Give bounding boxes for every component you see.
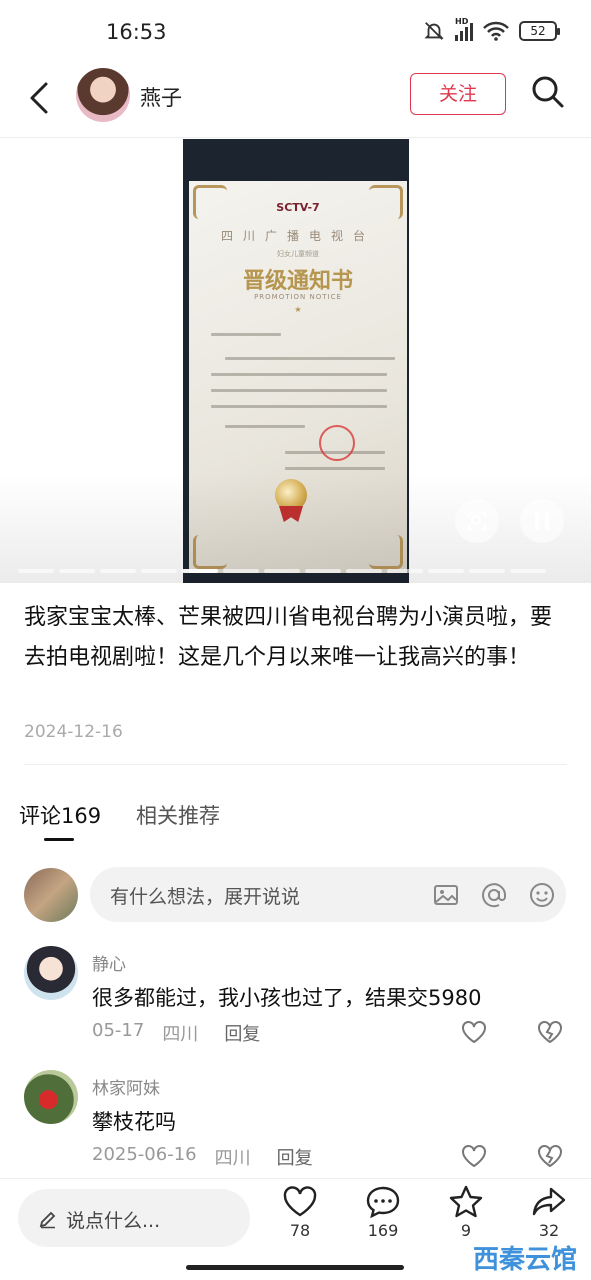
favorite-button[interactable]: 9 bbox=[436, 1185, 496, 1240]
comment-text: 很多都能过，我小孩也过了，结果交5980 bbox=[92, 986, 482, 1010]
back-arrow-icon[interactable] bbox=[26, 78, 56, 118]
emoji-icon[interactable] bbox=[528, 881, 556, 909]
progress-segment bbox=[387, 569, 423, 573]
status-bar: 16:53 HD 52 bbox=[0, 0, 591, 62]
bottom-action-bar: 说点什么... 78 169 9 32 西秦云馆 bbox=[0, 1178, 591, 1280]
comment-text: 攀枝花吗 bbox=[92, 1110, 176, 1134]
share-button[interactable]: 32 bbox=[519, 1185, 579, 1240]
divider bbox=[24, 764, 567, 765]
share-count: 32 bbox=[538, 1221, 560, 1240]
image-search-button[interactable] bbox=[455, 499, 499, 543]
text-line bbox=[211, 333, 281, 336]
post-date: 2024-12-16 bbox=[24, 722, 123, 742]
carousel-progress bbox=[18, 569, 546, 573]
certificate-title-en: PROMOTION NOTICE bbox=[254, 293, 342, 301]
heart-icon[interactable] bbox=[460, 1018, 488, 1046]
progress-segment bbox=[100, 569, 136, 573]
broken-heart-icon[interactable] bbox=[536, 1018, 564, 1046]
wifi-icon bbox=[483, 21, 509, 41]
favorite-count: 9 bbox=[460, 1221, 472, 1240]
status-time: 16:53 bbox=[106, 20, 167, 44]
text-line bbox=[285, 467, 385, 470]
heart-icon bbox=[283, 1186, 317, 1217]
text-line bbox=[225, 425, 305, 428]
pause-button[interactable] bbox=[520, 499, 564, 543]
text-line bbox=[211, 373, 387, 376]
reply-button[interactable]: 回复 bbox=[277, 1144, 313, 1170]
comment-meta: 05-17 四川 回复 bbox=[92, 1020, 260, 1046]
say-something-input[interactable]: 说点什么... bbox=[18, 1189, 250, 1247]
comment-meta: 2025-06-16 四川 回复 bbox=[92, 1144, 313, 1170]
certificate-sub: 妇女儿童频道 bbox=[277, 250, 319, 258]
watermark-logo: 西秦云馆 bbox=[472, 1245, 577, 1275]
network-label: HD bbox=[455, 17, 469, 26]
comment-count: 169 bbox=[367, 1221, 399, 1240]
broken-heart-icon[interactable] bbox=[536, 1142, 564, 1170]
post-media[interactable]: SCTV-7 四川广播电视台 妇女儿童频道 晋级通知书 PROMOTION NO… bbox=[0, 139, 591, 583]
progress-segment bbox=[264, 569, 300, 573]
commenter-avatar[interactable] bbox=[24, 946, 78, 1000]
progress-segment bbox=[59, 569, 95, 573]
author-avatar[interactable] bbox=[76, 68, 130, 122]
progress-segment bbox=[428, 569, 464, 573]
like-count: 78 bbox=[289, 1221, 311, 1240]
like-button[interactable]: 78 bbox=[270, 1185, 330, 1240]
scan-icon bbox=[467, 511, 487, 531]
top-nav: 燕子 关注 bbox=[0, 62, 591, 138]
text-line bbox=[211, 405, 387, 408]
text-line bbox=[211, 389, 387, 392]
tab-comments[interactable]: 评论169 bbox=[19, 800, 101, 830]
pause-icon bbox=[535, 512, 549, 530]
comment-button[interactable]: 169 bbox=[353, 1185, 413, 1240]
progress-segment bbox=[469, 569, 505, 573]
image-icon[interactable] bbox=[432, 881, 460, 909]
heart-icon[interactable] bbox=[460, 1142, 488, 1170]
pencil-icon bbox=[39, 1211, 56, 1229]
progress-segment bbox=[18, 569, 54, 573]
comment-input[interactable]: 有什么想法，展开说说 bbox=[90, 867, 566, 922]
red-seal bbox=[319, 425, 355, 461]
reply-button[interactable]: 回复 bbox=[224, 1020, 260, 1046]
star-icon bbox=[449, 1185, 483, 1218]
at-mention-icon[interactable] bbox=[480, 881, 508, 909]
comment-date: 2025-06-16 bbox=[92, 1144, 197, 1165]
text-line bbox=[225, 357, 395, 360]
share-arrow-icon bbox=[532, 1187, 566, 1216]
comment-location: 四川 bbox=[162, 1024, 199, 1045]
mute-bell-icon bbox=[424, 22, 444, 40]
status-icons: HD 52 bbox=[423, 17, 560, 42]
home-indicator[interactable] bbox=[186, 1265, 404, 1270]
progress-segment-active bbox=[182, 569, 218, 573]
comment-date: 05-17 bbox=[92, 1020, 145, 1041]
battery-icon: 52 bbox=[519, 21, 560, 41]
signal-icon: HD bbox=[455, 17, 473, 41]
tab-indicator bbox=[44, 838, 74, 841]
comment-bubble-icon bbox=[366, 1186, 400, 1219]
progress-segment bbox=[346, 569, 382, 573]
star-ornament-icon: ★ bbox=[294, 305, 302, 314]
search-icon[interactable] bbox=[530, 74, 566, 110]
my-avatar bbox=[24, 868, 78, 922]
progress-segment bbox=[510, 569, 546, 573]
certificate-logo: SCTV-7 bbox=[276, 201, 320, 214]
follow-button[interactable]: 关注 bbox=[410, 73, 506, 115]
progress-segment bbox=[141, 569, 177, 573]
comment-placeholder: 有什么想法，展开说说 bbox=[110, 886, 301, 908]
author-name[interactable]: 燕子 bbox=[140, 82, 182, 112]
commenter-avatar[interactable] bbox=[24, 1070, 78, 1124]
comment-location: 四川 bbox=[214, 1148, 251, 1169]
tab-related[interactable]: 相关推荐 bbox=[136, 800, 220, 830]
media-shade bbox=[0, 473, 591, 583]
progress-segment bbox=[305, 569, 341, 573]
progress-segment bbox=[223, 569, 259, 573]
say-placeholder: 说点什么... bbox=[66, 1210, 161, 1232]
post-body: 我家宝宝太棒、芒果被四川省电视台聘为小演员啦，要去拍电视剧啦！这是几个月以来唯一… bbox=[24, 605, 553, 670]
commenter-name[interactable]: 林家阿妹 bbox=[92, 1074, 160, 1099]
certificate-org: 四川广播电视台 bbox=[220, 229, 375, 243]
certificate-title: 晋级通知书 bbox=[242, 269, 353, 294]
commenter-name[interactable]: 静心 bbox=[92, 950, 126, 975]
